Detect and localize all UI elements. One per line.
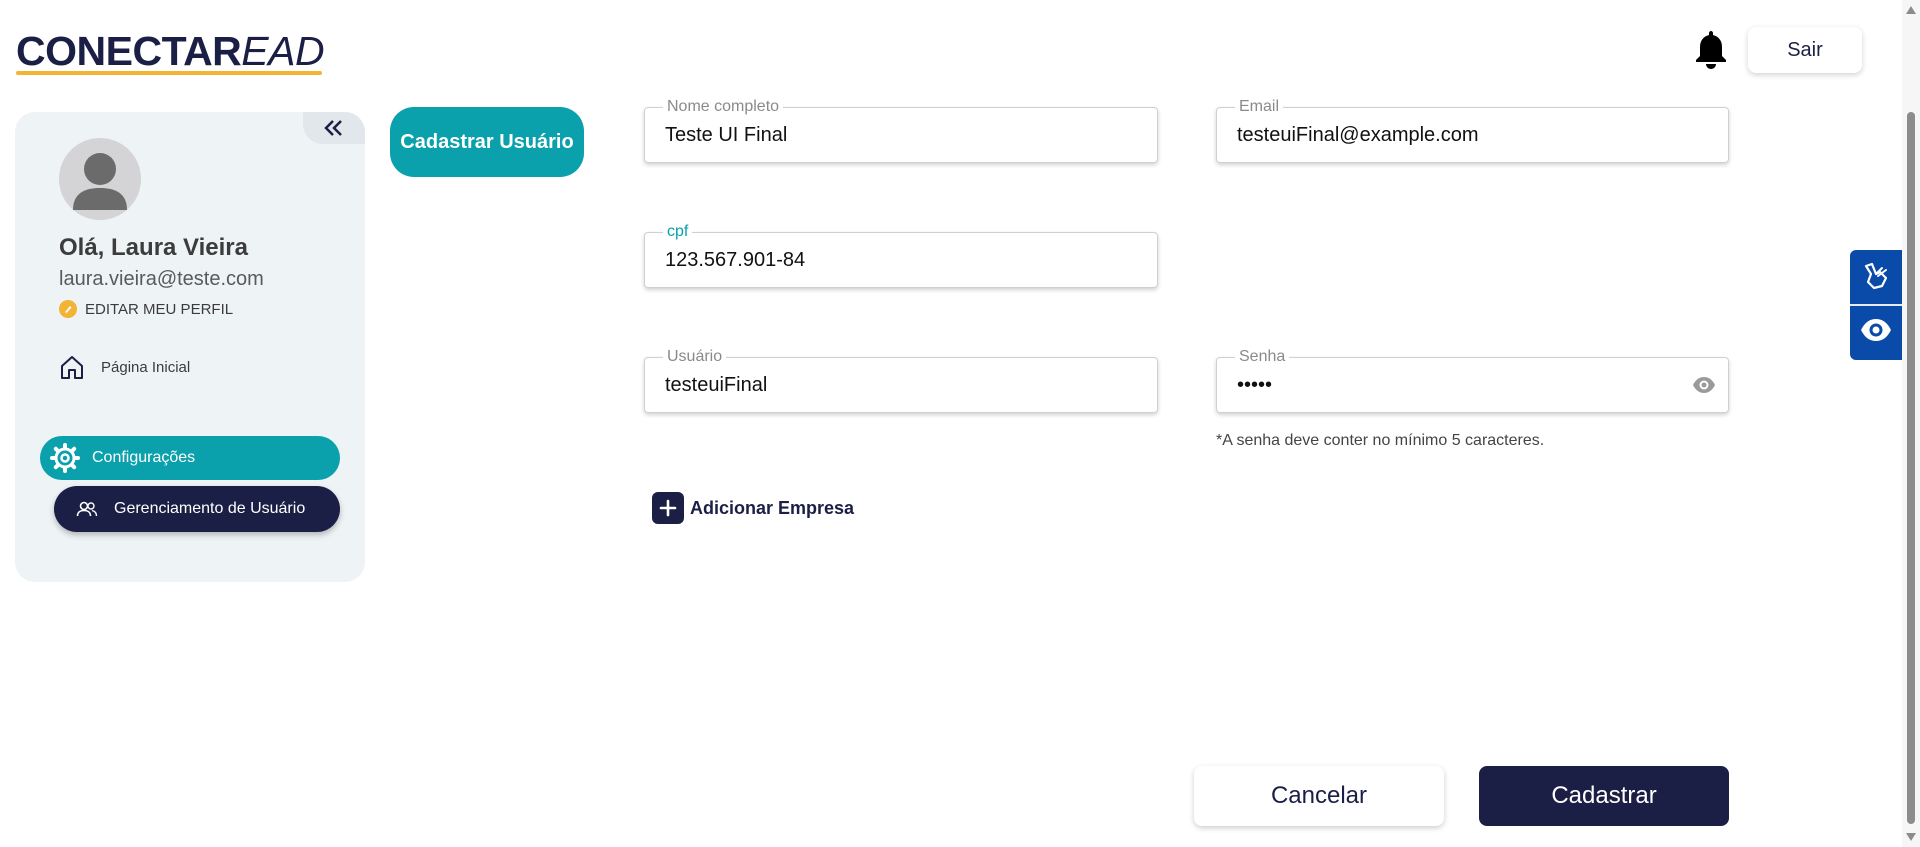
password-label: Senha (1235, 347, 1290, 367)
add-company-label: Adicionar Empresa (690, 497, 855, 518)
users-icon (76, 501, 98, 517)
plus-icon (652, 492, 684, 524)
password-value: ••••• (1237, 374, 1273, 396)
vertical-scrollbar[interactable] (1902, 0, 1920, 847)
avatar (59, 138, 141, 220)
scroll-up-arrow-icon[interactable] (1906, 6, 1916, 14)
password-field[interactable]: Senha ••••• (1216, 347, 1729, 413)
page-title: Cadastrar Usuário (390, 107, 584, 177)
submit-button[interactable]: Cadastrar (1479, 766, 1729, 826)
double-chevron-left-icon (324, 120, 342, 136)
add-company-button[interactable]: Adicionar Empresa (652, 492, 854, 524)
sidebar-item-settings-label: Configurações (92, 449, 196, 466)
cpf-value: 123.567.901-84 (665, 249, 806, 271)
app-logo[interactable]: CONECTAREAD (16, 28, 325, 75)
user-avatar-icon (73, 153, 127, 210)
sidebar-item-settings[interactable]: Configurações (40, 436, 340, 480)
logo-underline (16, 71, 322, 75)
full-name-value: Teste UI Final (665, 124, 788, 146)
sidebar-item-home-label: Página Inicial (101, 358, 191, 376)
sidebar-item-user-management[interactable]: Gerenciamento de Usuário (54, 486, 340, 532)
email-label: Email (1235, 97, 1284, 117)
scroll-thumb[interactable] (1907, 112, 1915, 824)
username-label: Usuário (663, 347, 727, 367)
pencil-icon (59, 300, 77, 318)
email-field[interactable]: Email testeuiFinal@example.com (1216, 97, 1729, 163)
cpf-label: cpf (663, 222, 693, 242)
sign-language-icon[interactable] (1860, 260, 1892, 297)
full-name-field[interactable]: Nome completo Teste UI Final (644, 97, 1158, 163)
eye-icon[interactable] (1692, 375, 1716, 400)
scroll-down-arrow-icon[interactable] (1906, 833, 1916, 841)
visibility-eye-icon[interactable] (1860, 316, 1892, 349)
accessibility-widget (1850, 250, 1902, 360)
user-email: laura.vieira@teste.com (59, 268, 264, 290)
cpf-field[interactable]: cpf 123.567.901-84 (644, 222, 1158, 288)
username-field[interactable]: Usuário testeuiFinal (644, 347, 1158, 413)
password-hint: *A senha deve conter no mínimo 5 caracte… (1216, 432, 1545, 449)
logout-button[interactable]: Sair (1748, 27, 1862, 73)
logo-bold-text: CONECTAR (16, 28, 242, 74)
sidebar-item-home[interactable]: Página Inicial (59, 354, 190, 380)
user-greeting: Olá, Laura Vieira (59, 234, 248, 261)
email-value: testeuiFinal@example.com (1237, 124, 1479, 146)
accessibility-divider (1850, 304, 1902, 306)
logo-light-text: EAD (241, 28, 325, 74)
full-name-label: Nome completo (663, 97, 784, 117)
home-icon (61, 356, 83, 379)
sidebar-item-user-management-label: Gerenciamento de Usuário (114, 500, 306, 517)
gear-icon (50, 443, 80, 473)
edit-profile-link[interactable]: EDITAR MEU PERFIL (59, 300, 233, 318)
bell-icon[interactable] (1691, 28, 1731, 72)
username-value: testeuiFinal (665, 374, 768, 396)
collapse-sidebar-button[interactable] (303, 112, 365, 144)
cancel-button[interactable]: Cancelar (1194, 766, 1444, 826)
edit-profile-label: EDITAR MEU PERFIL (85, 300, 234, 318)
